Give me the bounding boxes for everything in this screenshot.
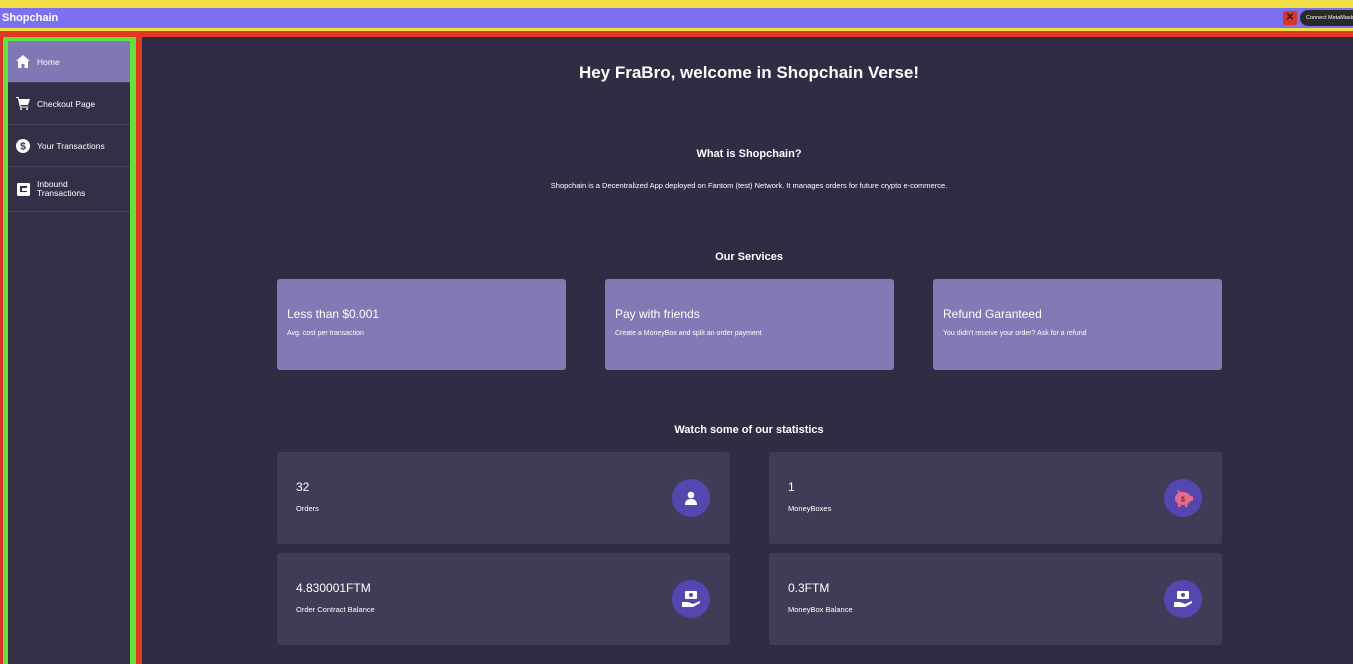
sidebar-item-label: Your Transactions bbox=[37, 140, 105, 151]
service-title: Refund Garanteed bbox=[943, 307, 1042, 321]
section-title-what: What is Shopchain? bbox=[696, 148, 802, 160]
stat-value: 4.830001FTM bbox=[296, 581, 371, 595]
section-title-services: Our Services bbox=[715, 251, 783, 263]
sidebar-item-home[interactable]: Home bbox=[8, 41, 130, 83]
connect-metamask-button[interactable]: Connect MetaMask bbox=[1300, 10, 1353, 26]
svg-text:$: $ bbox=[1181, 497, 1185, 504]
stat-card-orders: 32 Orders bbox=[277, 452, 730, 544]
close-button[interactable]: ✕ bbox=[1283, 11, 1297, 25]
service-subtitle: Create a MoneyBox and split an order pay… bbox=[615, 330, 762, 337]
app-bar: Shopchain ✕ Connect MetaMask bbox=[0, 8, 1353, 28]
stat-label: MoneyBoxes bbox=[788, 504, 832, 513]
cash-hand-icon bbox=[672, 580, 710, 618]
sidebar-item-label: Inbound Transactions bbox=[37, 178, 86, 198]
user-icon bbox=[672, 479, 710, 517]
svg-text:$: $ bbox=[20, 141, 26, 152]
stat-card-moneyboxes: 1 MoneyBoxes $ bbox=[769, 452, 1222, 544]
stat-card-order-contract-balance: 4.830001FTM Order Contract Balance bbox=[277, 553, 730, 645]
service-subtitle: Avg. cost per transaction bbox=[287, 330, 364, 337]
service-card: Refund Garanteed You didn't receive your… bbox=[933, 279, 1222, 370]
stat-card-moneybox-balance: 0.3FTM MoneyBox Balance bbox=[769, 553, 1222, 645]
stat-label: Order Contract Balance bbox=[296, 605, 375, 614]
stat-label: Orders bbox=[296, 504, 319, 513]
sidebar-frame: Home Checkout Page $ Your Transactions I… bbox=[0, 37, 139, 664]
section-description: Shopchain is a Decentralized App deploye… bbox=[550, 181, 948, 190]
service-title: Less than $0.001 bbox=[287, 307, 380, 321]
cash-hand-icon bbox=[1164, 580, 1202, 618]
service-card: Pay with friends Create a MoneyBox and s… bbox=[605, 279, 894, 370]
sidebar-item-checkout[interactable]: Checkout Page bbox=[8, 83, 130, 125]
sidebar-item-label: Home bbox=[37, 56, 60, 67]
piggy-bank-icon: $ bbox=[1164, 479, 1202, 517]
service-subtitle: You didn't receive your order? Ask for a… bbox=[943, 330, 1087, 337]
cart-icon bbox=[16, 97, 30, 111]
sidebar-item-inbound-transactions[interactable]: Inbound Transactions bbox=[8, 167, 130, 212]
app-title: Shopchain bbox=[2, 12, 59, 24]
dollar-icon: $ bbox=[16, 138, 30, 153]
stat-value: 1 bbox=[788, 480, 795, 494]
section-title-stats: Watch some of our statistics bbox=[674, 424, 824, 436]
stat-value: 32 bbox=[296, 480, 310, 494]
service-card: Less than $0.001 Avg. cost per transacti… bbox=[277, 279, 566, 370]
service-title: Pay with friends bbox=[615, 307, 700, 321]
page-title: Hey FraBro, welcome in Shopchain Verse! bbox=[578, 63, 920, 82]
sidebar-item-label: Checkout Page bbox=[37, 98, 96, 109]
main-content: Hey FraBro, welcome in Shopchain Verse! … bbox=[142, 37, 1353, 664]
stat-value: 0.3FTM bbox=[788, 581, 830, 595]
home-icon bbox=[16, 55, 30, 69]
stat-label: MoneyBox Balance bbox=[788, 605, 853, 614]
inbound-icon bbox=[16, 182, 30, 196]
sidebar: Home Checkout Page $ Your Transactions I… bbox=[8, 41, 130, 664]
sidebar-item-your-transactions[interactable]: $ Your Transactions bbox=[8, 125, 130, 167]
